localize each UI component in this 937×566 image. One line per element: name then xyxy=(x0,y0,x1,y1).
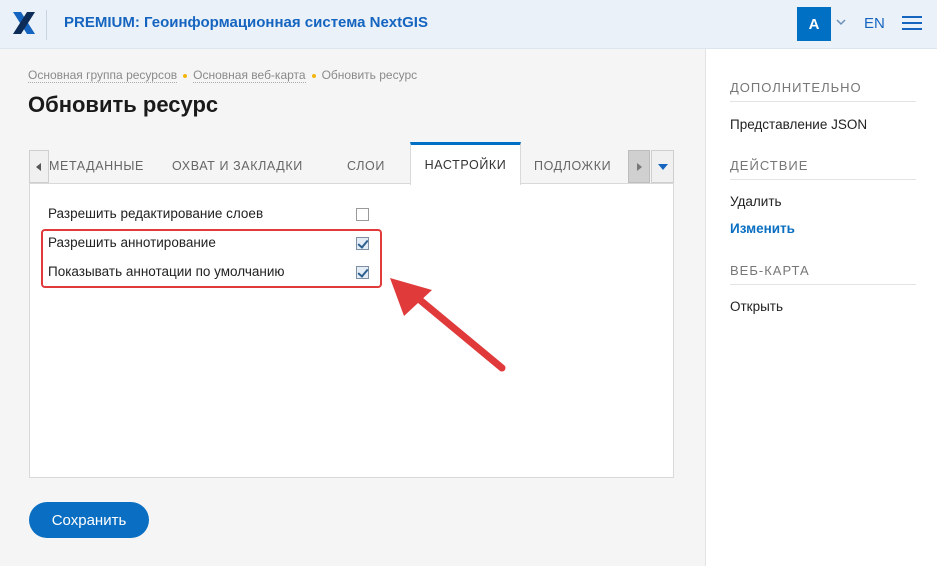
checkbox-edit-layers[interactable] xyxy=(356,208,369,221)
breadcrumb-link-webmap[interactable]: Основная веб-карта xyxy=(193,68,306,83)
highlight-box xyxy=(41,229,382,288)
header-divider xyxy=(46,10,47,40)
chevron-left-icon[interactable] xyxy=(29,150,49,183)
save-button[interactable]: Сохранить xyxy=(29,502,149,538)
breadcrumb: Основная группа ресурсов Основная веб-кар… xyxy=(28,68,418,83)
tab-content-panel xyxy=(29,183,674,478)
hamburger-menu-icon[interactable] xyxy=(902,16,922,32)
sidebar-heading-extra: Дополнительно xyxy=(730,80,916,102)
user-avatar[interactable]: A xyxy=(797,7,831,41)
breadcrumb-separator xyxy=(311,73,316,78)
sidebar-item-open[interactable]: Открыть xyxy=(730,299,783,314)
top-header: PREMIUM: Геоинформационная система NextG… xyxy=(0,0,937,49)
setting-label-edit-layers: Разрешить редактирование слоев xyxy=(48,206,264,221)
app-title[interactable]: PREMIUM: Геоинформационная система NextG… xyxy=(64,14,428,31)
breadcrumb-current: Обновить ресурс xyxy=(321,68,418,82)
red-arrow-annotation xyxy=(390,278,506,372)
tab-metadata[interactable]: Метаданные xyxy=(49,150,144,184)
right-sidebar: Дополнительно Представление JSON Действи… xyxy=(705,49,937,566)
tab-bar: Метаданные Охват и закладки Слои Настрой… xyxy=(29,142,674,185)
sidebar-item-json[interactable]: Представление JSON xyxy=(730,117,867,132)
sidebar-heading-action: Действие xyxy=(730,158,916,180)
tab-basemaps[interactable]: Подложки xyxy=(534,150,611,184)
nextgis-logo-icon[interactable] xyxy=(11,10,37,36)
sidebar-item-edit[interactable]: Изменить xyxy=(730,221,795,236)
dropdown-arrow-icon[interactable] xyxy=(651,150,674,183)
breadcrumb-separator xyxy=(183,73,188,78)
chevron-down-icon[interactable] xyxy=(836,18,846,26)
tab-extent-bookmarks[interactable]: Охват и закладки xyxy=(172,150,303,184)
chevron-right-icon[interactable] xyxy=(628,150,650,183)
sidebar-item-delete[interactable]: Удалить xyxy=(730,194,782,209)
page-title: Обновить ресурс xyxy=(28,92,219,117)
language-switch[interactable]: EN xyxy=(864,15,885,32)
tab-layers[interactable]: Слои xyxy=(347,150,385,184)
breadcrumb-link-group[interactable]: Основная группа ресурсов xyxy=(28,68,178,83)
tab-settings[interactable]: Настройки xyxy=(410,142,521,185)
sidebar-heading-webmap: Веб-карта xyxy=(730,263,916,285)
